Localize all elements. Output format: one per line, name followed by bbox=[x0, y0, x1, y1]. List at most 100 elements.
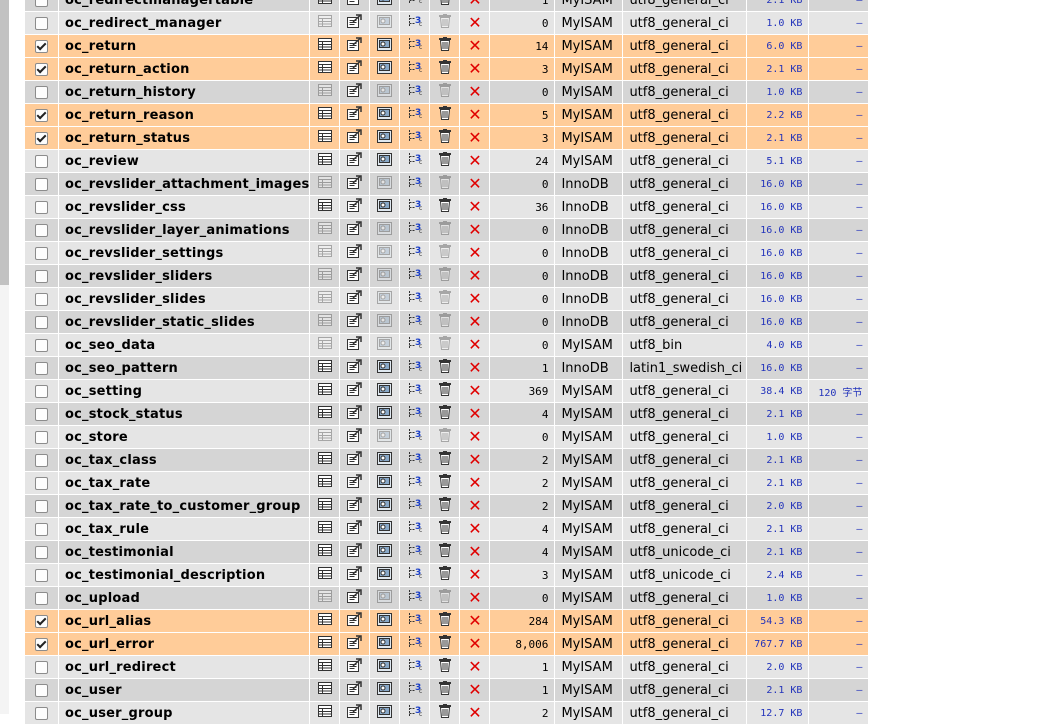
structure-icon[interactable] bbox=[347, 290, 363, 308]
row-checkbox[interactable] bbox=[35, 384, 48, 398]
structure-action[interactable] bbox=[340, 702, 370, 724]
search-icon[interactable] bbox=[377, 635, 393, 653]
insert-action[interactable]: 3c bbox=[400, 380, 430, 402]
structure-icon[interactable] bbox=[347, 566, 363, 584]
drop-icon[interactable]: ✕ bbox=[468, 497, 481, 515]
row-checkbox[interactable] bbox=[35, 108, 48, 122]
search-action[interactable] bbox=[370, 426, 400, 448]
table-name-link[interactable]: oc_revslider_slides bbox=[59, 288, 310, 310]
search-action[interactable] bbox=[370, 0, 400, 11]
insert-action[interactable]: 3c bbox=[400, 104, 430, 126]
table-name-link[interactable]: oc_review bbox=[59, 150, 310, 172]
structure-icon[interactable] bbox=[347, 60, 363, 78]
table-name-link[interactable]: oc_revslider_sliders bbox=[59, 265, 310, 287]
drop-action[interactable]: ✕ bbox=[460, 81, 490, 103]
row-checkbox-cell[interactable] bbox=[25, 81, 58, 103]
table-name-link[interactable]: oc_tax_rule bbox=[59, 518, 310, 540]
empty-icon[interactable] bbox=[438, 635, 452, 653]
row-checkbox[interactable] bbox=[35, 545, 48, 559]
row-checkbox[interactable] bbox=[35, 476, 48, 490]
table-name-link[interactable]: oc_return_history bbox=[59, 81, 310, 103]
drop-icon[interactable]: ✕ bbox=[468, 428, 481, 446]
drop-icon[interactable]: ✕ bbox=[468, 37, 481, 55]
table-size[interactable]: 2.1 KB bbox=[747, 449, 809, 471]
empty-icon[interactable] bbox=[438, 474, 452, 492]
row-checkbox-cell[interactable] bbox=[25, 426, 58, 448]
empty-action[interactable] bbox=[430, 219, 460, 241]
row-checkbox-cell[interactable] bbox=[25, 518, 58, 540]
structure-icon[interactable] bbox=[347, 175, 363, 193]
empty-icon[interactable] bbox=[438, 543, 452, 561]
search-action[interactable] bbox=[370, 541, 400, 563]
structure-action[interactable] bbox=[340, 426, 370, 448]
row-checkbox-cell[interactable] bbox=[25, 403, 58, 425]
table-name-link[interactable]: oc_redirectmanagertable bbox=[59, 0, 310, 11]
insert-action[interactable]: 3c bbox=[400, 150, 430, 172]
empty-icon[interactable] bbox=[438, 313, 452, 331]
drop-action[interactable]: ✕ bbox=[460, 679, 490, 701]
drop-icon[interactable]: ✕ bbox=[468, 382, 481, 400]
drop-action[interactable]: ✕ bbox=[460, 12, 490, 34]
row-checkbox-cell[interactable] bbox=[25, 35, 58, 57]
structure-action[interactable] bbox=[340, 403, 370, 425]
table-name-link[interactable]: oc_return bbox=[59, 35, 310, 57]
search-icon[interactable] bbox=[377, 152, 393, 170]
browse-action[interactable] bbox=[310, 150, 340, 172]
empty-icon[interactable] bbox=[438, 60, 452, 78]
search-action[interactable] bbox=[370, 265, 400, 287]
insert-action[interactable]: 3c bbox=[400, 518, 430, 540]
table-name-link[interactable]: oc_upload bbox=[59, 587, 310, 609]
row-checkbox[interactable] bbox=[35, 246, 48, 260]
insert-icon[interactable]: 3c bbox=[407, 267, 423, 285]
drop-action[interactable]: ✕ bbox=[460, 656, 490, 678]
empty-icon[interactable] bbox=[438, 37, 452, 55]
search-action[interactable] bbox=[370, 173, 400, 195]
structure-action[interactable] bbox=[340, 587, 370, 609]
row-checkbox-cell[interactable] bbox=[25, 12, 58, 34]
empty-action[interactable] bbox=[430, 12, 460, 34]
drop-icon[interactable]: ✕ bbox=[468, 152, 481, 170]
structure-icon[interactable] bbox=[347, 221, 363, 239]
insert-action[interactable]: 3c bbox=[400, 633, 430, 655]
table-size[interactable]: 2.4 KB bbox=[747, 564, 809, 586]
drop-action[interactable]: ✕ bbox=[460, 196, 490, 218]
vertical-scrollbar[interactable] bbox=[0, 0, 9, 714]
empty-action[interactable] bbox=[430, 610, 460, 632]
browse-action[interactable] bbox=[310, 357, 340, 379]
row-checkbox[interactable] bbox=[35, 499, 48, 513]
table-size[interactable]: 2.1 KB bbox=[747, 472, 809, 494]
table-size[interactable]: 16.0 KB bbox=[747, 242, 809, 264]
browse-icon[interactable] bbox=[317, 245, 332, 261]
search-icon[interactable] bbox=[377, 566, 393, 584]
structure-icon[interactable] bbox=[347, 543, 363, 561]
empty-icon[interactable] bbox=[438, 428, 452, 446]
search-icon[interactable] bbox=[377, 129, 393, 147]
search-action[interactable] bbox=[370, 334, 400, 356]
table-size[interactable]: 2.1 KB bbox=[747, 679, 809, 701]
empty-action[interactable] bbox=[430, 0, 460, 11]
insert-icon[interactable]: 3c bbox=[407, 313, 423, 331]
empty-action[interactable] bbox=[430, 81, 460, 103]
table-name-link[interactable]: oc_store bbox=[59, 426, 310, 448]
browse-icon[interactable] bbox=[317, 130, 332, 146]
insert-action[interactable]: 3c bbox=[400, 564, 430, 586]
empty-action[interactable] bbox=[430, 357, 460, 379]
row-checkbox[interactable] bbox=[35, 16, 48, 30]
insert-action[interactable]: 3c bbox=[400, 81, 430, 103]
insert-action[interactable]: 3c bbox=[400, 334, 430, 356]
empty-icon[interactable] bbox=[438, 221, 452, 239]
table-size[interactable]: 16.0 KB bbox=[747, 311, 809, 333]
insert-action[interactable]: 3c bbox=[400, 265, 430, 287]
table-name-link[interactable]: oc_stock_status bbox=[59, 403, 310, 425]
browse-action[interactable] bbox=[310, 426, 340, 448]
browse-action[interactable] bbox=[310, 587, 340, 609]
row-checkbox[interactable] bbox=[35, 62, 48, 76]
search-icon[interactable] bbox=[377, 704, 393, 722]
browse-action[interactable] bbox=[310, 564, 340, 586]
empty-icon[interactable] bbox=[438, 106, 452, 124]
drop-action[interactable]: ✕ bbox=[460, 288, 490, 310]
empty-action[interactable] bbox=[430, 196, 460, 218]
insert-action[interactable]: 3c bbox=[400, 219, 430, 241]
row-checkbox-cell[interactable] bbox=[25, 679, 58, 701]
insert-icon[interactable]: 3c bbox=[407, 681, 423, 699]
